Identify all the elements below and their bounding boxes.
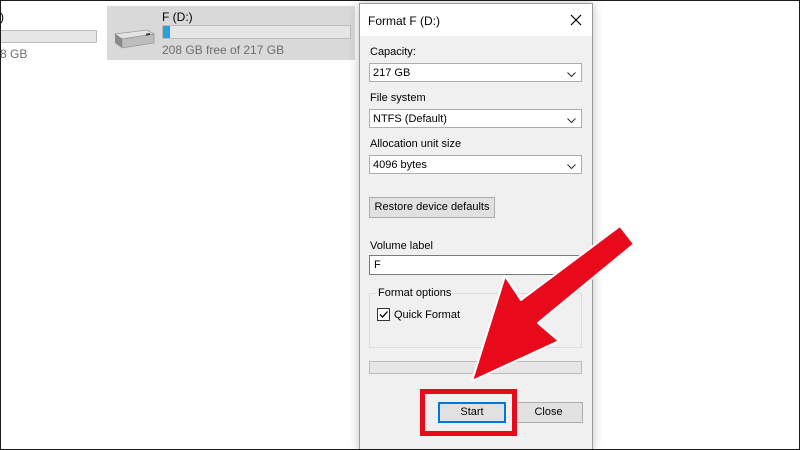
start-highlight-box	[420, 389, 517, 436]
allocation-value: 4096 bytes	[373, 159, 427, 171]
capacity-select[interactable]: 217 GB	[369, 63, 582, 82]
allocation-label: Allocation unit size	[370, 138, 462, 150]
format-options-legend: Format options	[376, 287, 454, 299]
volume-label-label: Volume label	[370, 240, 433, 252]
capacity-label: Capacity:	[370, 46, 416, 58]
drive-usage-bar	[0, 30, 97, 43]
volume-label-value: F	[374, 259, 381, 271]
drive-item-partial[interactable]: ) 8 GB	[0, 6, 100, 61]
dialog-title: Format F (D:)	[368, 14, 440, 28]
file-system-value: NTFS (Default)	[373, 113, 447, 125]
chevron-down-icon	[567, 161, 576, 173]
dialog-titlebar[interactable]: Format F (D:)	[360, 4, 592, 36]
chevron-down-icon	[567, 115, 576, 127]
quick-format-checkbox[interactable]	[377, 308, 390, 321]
file-system-select[interactable]: NTFS (Default)	[369, 109, 582, 128]
drive-name: F (D:)	[162, 10, 193, 24]
capacity-value: 217 GB	[373, 67, 411, 79]
allocation-select[interactable]: 4096 bytes	[369, 155, 582, 174]
hard-drive-icon	[112, 26, 156, 53]
file-system-label: File system	[370, 92, 426, 104]
drive-usage-bar	[162, 25, 351, 39]
drive-free-text: 208 GB free of 217 GB	[162, 43, 285, 57]
close-icon[interactable]	[566, 10, 586, 30]
chevron-down-icon	[567, 69, 576, 81]
drive-name: )	[0, 10, 4, 24]
drive-free-text: 8 GB	[0, 47, 28, 61]
quick-format-label[interactable]: Quick Format	[394, 309, 460, 321]
arrow-icon	[460, 220, 636, 393]
restore-defaults-button[interactable]: Restore device defaults	[369, 197, 495, 218]
drive-usage-fill	[163, 26, 171, 38]
close-button[interactable]: Close	[514, 402, 583, 423]
drive-item-f[interactable]: F (D:) 208 GB free of 217 GB	[107, 6, 355, 60]
